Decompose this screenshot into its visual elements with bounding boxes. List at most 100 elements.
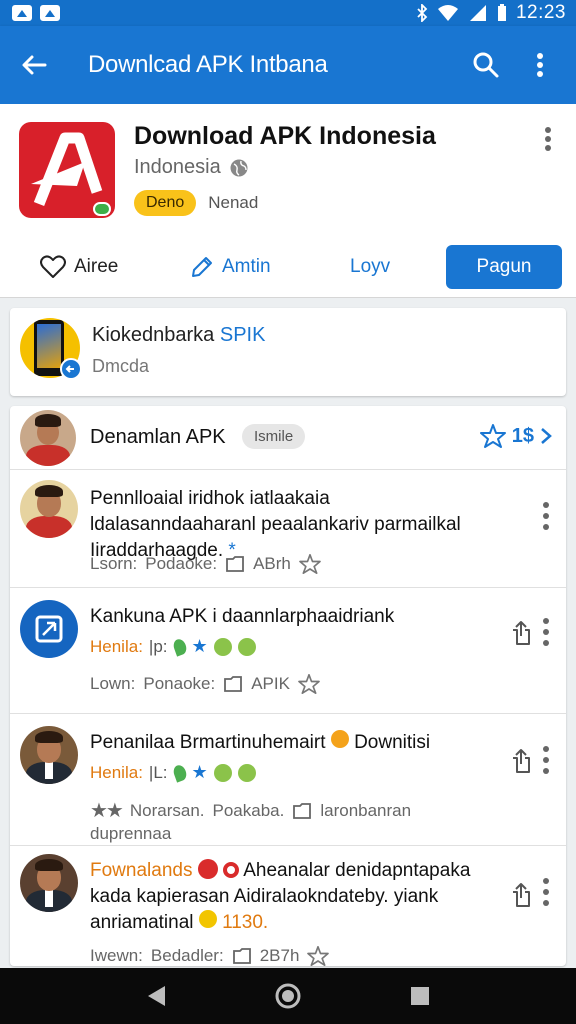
- item-more-button[interactable]: [542, 616, 552, 648]
- leaf-icon: [171, 762, 188, 783]
- nav-back-button[interactable]: [136, 976, 176, 1016]
- item-title-line3: anriamatinal 1130.: [90, 910, 500, 936]
- header-more-button[interactable]: [544, 126, 554, 154]
- status-time: 12:23: [515, 2, 566, 23]
- nav-home-button[interactable]: [268, 976, 308, 1016]
- item-meta: Lsorn: Podaoke: ABrh: [90, 554, 321, 574]
- meta-a: Iwewn:: [90, 946, 143, 965]
- app-tag[interactable]: Deno: [134, 190, 197, 216]
- meta-c: ABrh: [253, 554, 291, 573]
- featured-subtitle: Dmcda: [92, 356, 150, 376]
- list-header: Denamlan APK Ismile 1$: [10, 406, 566, 470]
- app-badge-icon: [93, 202, 111, 216]
- leaf-icon: [171, 636, 188, 657]
- emoji-icon: [213, 637, 232, 656]
- rating-value: 1$: [511, 424, 534, 447]
- globe-icon: [230, 159, 248, 176]
- list-item[interactable]: Fownalands Aheanalar denidapntapaka kada…: [10, 846, 566, 966]
- item-sub: Henila: |L: ★: [90, 762, 256, 783]
- share-button[interactable]: [510, 748, 532, 774]
- item-more-button[interactable]: [542, 744, 552, 776]
- avatar: [20, 726, 78, 784]
- login-button[interactable]: Loyv: [350, 245, 440, 289]
- emoji-icon: [330, 730, 349, 748]
- folder-icon: [232, 948, 251, 964]
- item-title: Penanilaa Brmartinuhemairt Downitisi: [90, 730, 500, 756]
- featured-badge-icon: [60, 358, 82, 380]
- emoji-icon: [237, 637, 256, 656]
- item-meta: ★★ Norarsan. Poakaba. laronbanran: [90, 798, 411, 823]
- primary-button[interactable]: Pagun: [446, 245, 562, 289]
- circle-home-icon: [275, 983, 301, 1009]
- item-title-line2: kada kapierasan Aidiralaokndateby. yiank: [90, 886, 439, 907]
- edit-button[interactable]: Amtin: [190, 245, 350, 289]
- star-outline-icon[interactable]: [307, 946, 330, 966]
- sub-value: |p:: [148, 636, 168, 656]
- square-recents-icon: [411, 987, 429, 1005]
- more-vert-icon: [543, 878, 549, 906]
- app-tag-row: Deno Nenad: [134, 190, 258, 216]
- featured-title-main: Kiokednbarka: [92, 324, 215, 346]
- search-button[interactable]: [466, 45, 506, 85]
- featured-title-accent: SPIK: [219, 324, 266, 346]
- chevron-right-icon: [541, 428, 552, 444]
- featured-card[interactable]: Kiokednbarka SPIK Dmcda: [10, 308, 566, 396]
- app-name: Download APK Indonesia: [134, 122, 436, 150]
- nav-recents-button[interactable]: [400, 976, 440, 1016]
- list-item[interactable]: Pennlloaial iridhok iatlaakaia ldalasann…: [10, 470, 566, 588]
- item-title-tail: Downitisi: [354, 732, 431, 753]
- download-list-card: Denamlan APK Ismile 1$ Pennlloaial iridh…: [10, 406, 566, 966]
- gallery-icon: [12, 5, 32, 21]
- share-button[interactable]: [510, 882, 532, 908]
- like-button[interactable]: Airee: [40, 245, 160, 289]
- search-icon: [473, 52, 499, 78]
- star-icon: ★: [191, 636, 208, 656]
- app-bar: Downlcad APK Intbana: [0, 26, 576, 104]
- edit-label: Amtin: [222, 256, 271, 277]
- item-title-text: Aheanalar denidapntapaka: [243, 860, 471, 881]
- star-outline-icon[interactable]: [298, 674, 320, 694]
- more-vert-icon: [543, 618, 549, 646]
- emoji-icon: [213, 763, 232, 782]
- item-title: Kankuna APK i daannlarphaaidriank: [90, 606, 395, 627]
- primary-label: Pagun: [476, 256, 532, 277]
- item-title-line3-text: anriamatinal: [90, 912, 194, 933]
- item-title-text: Pennlloaial iridhok iatlaakaia ldalasann…: [90, 488, 461, 561]
- emoji-icon: [237, 763, 256, 782]
- item-title-line3-tail: 1130.: [222, 912, 269, 933]
- meta-b: Bedadler:: [150, 946, 224, 965]
- list-item[interactable]: Penanilaa Brmartinuhemairt Downitisi Hen…: [10, 714, 566, 846]
- item-more-button[interactable]: [542, 876, 552, 908]
- avatar: [20, 480, 78, 538]
- download-app-icon: [35, 615, 63, 643]
- avatar: [20, 410, 76, 466]
- meta-a: Lsorn:: [90, 554, 138, 573]
- more-vert-icon: [545, 127, 551, 151]
- app-region: Indonesia: [134, 156, 249, 179]
- share-button[interactable]: [510, 620, 532, 646]
- item-more-button[interactable]: [542, 500, 552, 532]
- sub-label: Henila:: [90, 762, 143, 782]
- avatar: [20, 854, 78, 912]
- login-label: Loyv: [350, 256, 391, 277]
- list-header-chip[interactable]: Ismile: [242, 424, 306, 449]
- app-logo-small: [20, 600, 78, 658]
- star-icon: ★: [191, 762, 208, 782]
- status-right: 12:23: [416, 2, 566, 24]
- battery-icon: [497, 4, 507, 22]
- list-item[interactable]: Kankuna APK i daannlarphaaidriank Henila…: [10, 588, 566, 714]
- app-header: Download APK Indonesia Indonesia Deno Ne…: [0, 104, 576, 298]
- list-header-rating[interactable]: 1$: [479, 424, 552, 448]
- item-meta: Iwewn: Bedadler: 2B7h: [90, 946, 330, 966]
- list-header-title: Denamlan APK: [90, 426, 226, 448]
- like-label: Airee: [74, 256, 119, 277]
- star-outline-icon[interactable]: [299, 554, 321, 574]
- overflow-menu-button[interactable]: [520, 45, 560, 85]
- item-title-text: Penanilaa Brmartinuhemairt: [90, 732, 326, 753]
- rating-stars-icon: ★★: [90, 800, 124, 822]
- meta-c: 2B7h: [259, 946, 300, 965]
- arrow-left-icon: [22, 55, 47, 75]
- back-button[interactable]: [16, 47, 52, 83]
- meta-b: Podaoke:: [145, 554, 218, 573]
- app-logo: [19, 122, 115, 218]
